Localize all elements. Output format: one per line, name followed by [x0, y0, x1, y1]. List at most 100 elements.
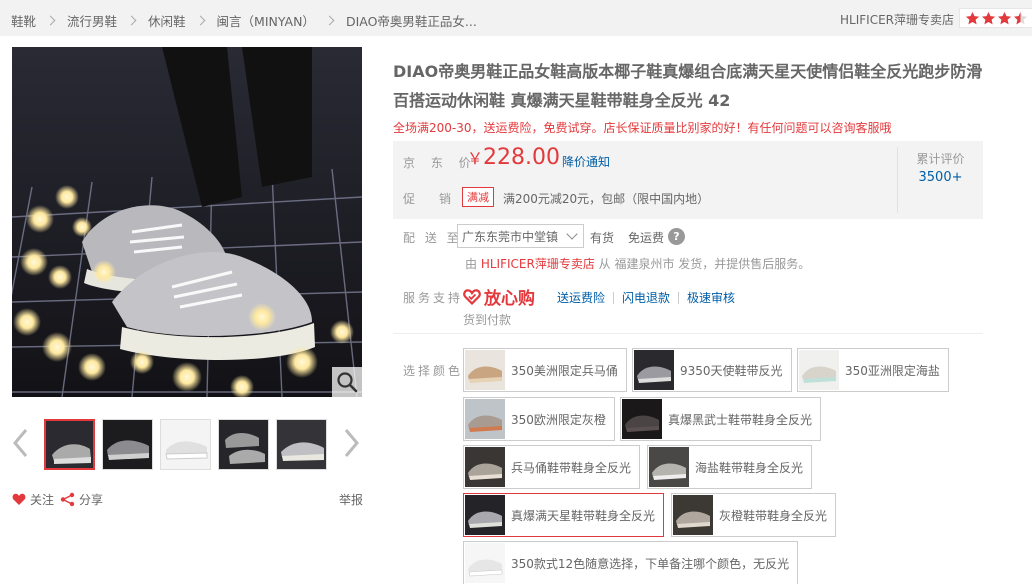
- chevron-right-icon: [45, 15, 56, 26]
- chevron-right-icon[interactable]: [342, 428, 360, 458]
- thumbnail-image: [103, 420, 152, 469]
- service-brand: 放心购: [463, 284, 535, 309]
- shipping-store-link[interactable]: HLIFICER萍珊专卖店: [481, 257, 595, 271]
- color-name: 350亚洲限定海盐: [845, 363, 940, 378]
- thumbnail-3[interactable]: [160, 419, 211, 470]
- color-swatch: [465, 399, 505, 439]
- color-option[interactable]: 350欧洲限定灰橙: [463, 397, 615, 441]
- service-brand-name: 放心购: [484, 289, 535, 309]
- breadcrumb-item-brand[interactable]: 闽言（MINYAN）: [217, 11, 315, 30]
- promo-label: 促 销: [403, 192, 458, 206]
- review-summary[interactable]: 累计评价 3500+: [897, 147, 983, 213]
- thumbnail-5[interactable]: [276, 419, 327, 470]
- color-option[interactable]: 350款式12色随意选择，下单备注哪个颜色，无反光: [463, 541, 799, 584]
- star-icon: [965, 11, 980, 24]
- color-option[interactable]: 海盐鞋带鞋身全反光: [647, 445, 813, 489]
- breadcrumb-bar: 鞋靴 流行男鞋 休闲鞋 闽言（MINYAN） DIAO帝奥男鞋正品女... HL…: [0, 0, 1032, 36]
- color-name: 兵马俑鞋带鞋身全反光: [511, 460, 632, 475]
- color-swatch: [465, 350, 505, 390]
- promo-line: 全场满200-30，送运费险，免费试穿。店长保证质量比别家的好！有任何问题可以咨…: [393, 121, 892, 135]
- service-links: 送运费险 闪电退款 极速审核: [557, 289, 735, 306]
- color-name: 真爆黑武士鞋带鞋身全反光: [668, 412, 813, 427]
- color-option-selected[interactable]: 真爆满天星鞋带鞋身全反光: [463, 493, 665, 537]
- address-select[interactable]: 广东东莞市中堂镇: [457, 224, 584, 248]
- thumbnail-image: [46, 421, 93, 468]
- promo-text: 满200元减20元，包邮（限中国内地）: [503, 192, 710, 206]
- color-swatch: [622, 399, 662, 439]
- breadcrumb-item-men-fashion[interactable]: 流行男鞋: [67, 11, 117, 30]
- review-count[interactable]: 3500+: [898, 170, 983, 185]
- shop-name-link[interactable]: HLIFICER萍珊专卖店: [840, 11, 954, 28]
- chevron-right-icon: [195, 15, 205, 26]
- chevron-left-icon[interactable]: [12, 428, 30, 458]
- price: ￥228.00: [467, 145, 560, 170]
- follow-label: 关注: [30, 493, 55, 507]
- price-value: 228.00: [483, 145, 560, 170]
- chevron-right-icon: [324, 15, 335, 26]
- thumbnail-1[interactable]: [44, 419, 95, 470]
- service-fast-refund[interactable]: 闪电退款: [622, 289, 670, 306]
- star-half-icon: [1013, 11, 1028, 24]
- price-currency: ￥: [467, 149, 484, 168]
- service-label: 服务支持: [403, 291, 464, 305]
- breadcrumb-item-casual[interactable]: 休闲鞋: [148, 11, 186, 30]
- heart-outline-icon: [463, 288, 481, 305]
- price-notify-link[interactable]: 降价通知: [562, 153, 610, 170]
- color-option[interactable]: 9350天使鞋带反光: [632, 348, 792, 392]
- breadcrumb: 鞋靴 流行男鞋 休闲鞋 闽言（MINYAN） DIAO帝奥男鞋正品女...: [11, 11, 477, 30]
- color-name: 真爆满天星鞋带鞋身全反光: [511, 508, 656, 523]
- color-option[interactable]: 350亚洲限定海盐: [797, 348, 949, 392]
- color-swatch: [634, 350, 674, 390]
- color-swatch: [465, 543, 505, 583]
- star-icon: [997, 11, 1012, 24]
- chevron-right-icon: [126, 15, 137, 26]
- color-option[interactable]: 兵马俑鞋带鞋身全反光: [463, 445, 641, 489]
- color-option[interactable]: 灰橙鞋带鞋身全反光: [671, 493, 837, 537]
- shop-rating: [959, 8, 1032, 28]
- color-name: 灰橙鞋带鞋身全反光: [719, 508, 828, 523]
- divider: [393, 333, 983, 334]
- color-swatch: [799, 350, 839, 390]
- breadcrumb-item-product: DIAO帝奥男鞋正品女...: [345, 14, 477, 29]
- service-freight-insurance[interactable]: 送运费险: [557, 289, 605, 306]
- price-label: 京 东 价: [403, 156, 477, 170]
- thumbnail-image: [219, 420, 268, 469]
- thumbnail-image: [161, 420, 210, 469]
- service-fast-review[interactable]: 极速审核: [687, 289, 735, 306]
- shipping-info: 由 HLIFICER萍珊专卖店 从 福建泉州市 发货，并提供售后服务。: [465, 255, 810, 272]
- heart-icon: [12, 493, 26, 505]
- thumbnail-4[interactable]: [218, 419, 269, 470]
- color-name: 350欧洲限定灰橙: [511, 412, 606, 427]
- color-option[interactable]: 350美洲限定兵马俑: [463, 348, 627, 392]
- color-name: 9350天使鞋带反光: [680, 363, 783, 378]
- shipping-suffix: 从 福建泉州市 发货，并提供售后服务。: [598, 257, 811, 271]
- thumbnail-strip: [12, 416, 364, 472]
- thumbnail-image: [277, 420, 326, 469]
- delivery-label: 配 送 至: [403, 231, 462, 245]
- price-summary: 京 东 价 ￥228.00 降价通知 促 销 满减 满200元减20元，包邮（限…: [393, 141, 983, 219]
- search-icon: [337, 372, 358, 393]
- color-option[interactable]: 真爆黑武士鞋带鞋身全反光: [620, 397, 822, 441]
- promo-tag: 满减: [462, 187, 494, 207]
- main-product-image[interactable]: [12, 47, 362, 397]
- color-swatch: [649, 447, 689, 487]
- follow-button[interactable]: 关注: [12, 491, 54, 508]
- cash-on-delivery: 货到付款: [463, 313, 512, 327]
- divider: [613, 291, 615, 304]
- address-value: 广东东莞市中堂镇: [462, 230, 559, 244]
- zoom-button[interactable]: [332, 367, 362, 397]
- color-swatch: [465, 495, 505, 535]
- share-label: 分享: [79, 493, 104, 507]
- share-button[interactable]: 分享: [60, 491, 103, 508]
- review-label: 累计评价: [916, 152, 965, 166]
- sneaker-photo: [12, 47, 362, 397]
- thumbnail-2[interactable]: [102, 419, 153, 470]
- color-swatch: [673, 495, 713, 535]
- breadcrumb-item-shoes[interactable]: 鞋靴: [11, 11, 36, 30]
- stock-status: 有货: [590, 231, 615, 245]
- chevron-down-icon: [566, 228, 578, 240]
- report-link[interactable]: 举报: [339, 491, 363, 508]
- color-swatch: [465, 447, 505, 487]
- product-title: DIAO帝奥男鞋正品女鞋高版本椰子鞋真爆组合底满天星天使情侣鞋全反光跑步防滑百搭…: [393, 62, 983, 110]
- help-icon[interactable]: ?: [668, 228, 685, 245]
